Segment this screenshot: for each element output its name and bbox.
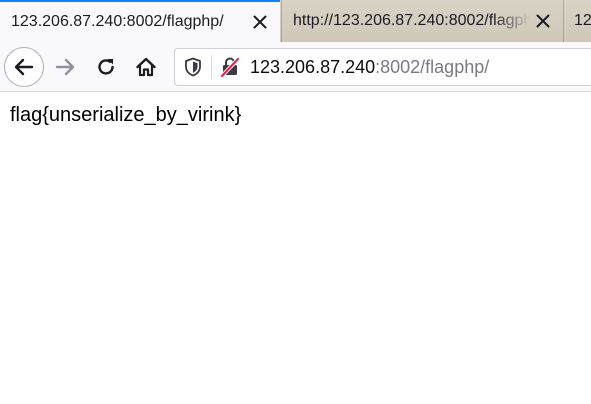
nav-toolbar: 123.206.87.240:8002/flagphp/ <box>0 42 591 92</box>
tab-title: 12 <box>574 12 591 29</box>
reload-button[interactable] <box>88 49 124 85</box>
home-button[interactable] <box>128 49 164 85</box>
back-button[interactable] <box>4 47 44 87</box>
tab-strip: 123.206.87.240:8002/flagphp/ http://123.… <box>0 0 591 42</box>
tab-title: 123.206.87.240:8002/flagphp/ <box>11 13 224 30</box>
page-content: flag{unserialize_by_virink} <box>0 92 591 404</box>
insecure-lock-icon[interactable] <box>216 49 244 85</box>
browser-window: 123.206.87.240:8002/flagphp/ http://123.… <box>0 0 591 404</box>
close-icon[interactable] <box>248 10 272 34</box>
home-icon <box>136 57 156 77</box>
url-bar[interactable]: 123.206.87.240:8002/flagphp/ <box>174 48 591 86</box>
url-separator <box>211 55 212 79</box>
tracking-shield-icon[interactable] <box>178 49 208 85</box>
tab-flagphp-inactive[interactable]: http://123.206.87.240:8002/flagphp/ <box>281 0 563 42</box>
tab-title: http://123.206.87.240:8002/flagphp/ <box>293 12 531 29</box>
url-path: :8002/flagphp/ <box>375 56 490 77</box>
url-text[interactable]: 123.206.87.240:8002/flagphp/ <box>250 57 489 78</box>
close-icon[interactable] <box>531 9 555 33</box>
url-host: 123.206.87.240 <box>250 56 376 77</box>
arrow-right-icon <box>55 58 75 76</box>
tab-partial[interactable]: 12 <box>563 0 591 42</box>
arrow-left-icon <box>14 58 34 76</box>
tab-flagphp-active[interactable]: 123.206.87.240:8002/flagphp/ <box>0 0 280 42</box>
flag-text: flag{unserialize_by_virink} <box>10 104 242 126</box>
forward-button[interactable] <box>47 49 83 85</box>
reload-icon <box>98 59 114 75</box>
